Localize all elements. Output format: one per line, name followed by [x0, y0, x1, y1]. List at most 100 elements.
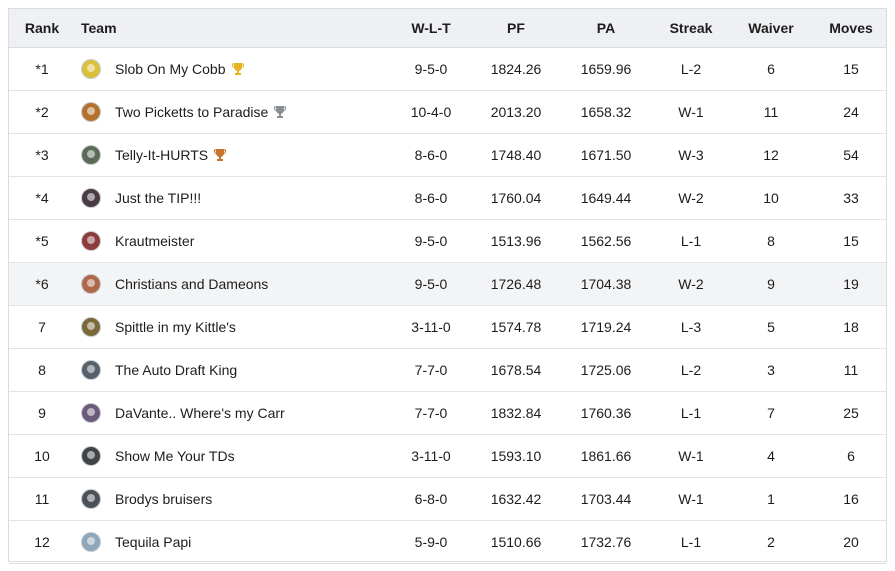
pa-cell: 1649.44: [580, 190, 632, 206]
team-cell: Telly-It-HURTS: [75, 145, 381, 165]
wlt-cell: 8-6-0: [414, 147, 448, 163]
team-name-link[interactable]: Show Me Your TDs: [115, 448, 235, 464]
moves-cell: 15: [843, 61, 859, 77]
table-row: 12 Tequila Papi 5-9-0 1510.66 1732.76 L-1 2 20: [9, 521, 886, 564]
table-row: 10 Show Me Your TDs 3-11-0 1593.10 1861.66 W-…: [9, 435, 886, 478]
pa-cell: 1671.50: [580, 147, 632, 163]
moves-cell: 6: [847, 448, 855, 464]
wlt-cell: 9-5-0: [414, 276, 448, 292]
pa-cell: 1704.38: [580, 276, 632, 292]
team-name-link[interactable]: Tequila Papi: [115, 534, 191, 550]
bronze-trophy-icon: [214, 149, 227, 161]
wlt-cell: 3-11-0: [411, 319, 451, 335]
moves-cell: 11: [843, 362, 859, 378]
rank-cell: 11: [34, 491, 50, 507]
team-cell: Christians and Dameons: [75, 274, 381, 294]
rank-cell: *4: [35, 190, 49, 206]
moves-cell: 19: [843, 276, 859, 292]
team-avatar[interactable]: [81, 489, 101, 509]
rank-cell: *5: [35, 233, 49, 249]
team-name-link[interactable]: Slob On My Cobb: [115, 61, 226, 77]
silver-trophy-icon: [274, 106, 287, 118]
header-team[interactable]: Team: [75, 20, 381, 36]
header-wlt[interactable]: W-L-T: [381, 20, 481, 36]
header-rank[interactable]: Rank: [9, 20, 75, 36]
team-name-link[interactable]: Christians and Dameons: [115, 276, 268, 292]
rank-cell: 7: [38, 319, 46, 335]
team-name-link[interactable]: Krautmeister: [115, 233, 194, 249]
pf-cell: 1832.84: [490, 405, 542, 421]
table-row: 9 DaVante.. Where's my Carr 7-7-0 1832.84 17…: [9, 392, 886, 435]
streak-cell: W-1: [678, 491, 704, 507]
wlt-cell: 9-5-0: [414, 233, 448, 249]
pf-cell: 1574.78: [490, 319, 542, 335]
streak-cell: L-1: [680, 405, 702, 421]
wlt-cell: 7-7-0: [414, 405, 448, 421]
moves-cell: 24: [843, 104, 859, 120]
team-cell: Two Picketts to Paradise: [75, 102, 381, 122]
header-waiver[interactable]: Waiver: [721, 20, 821, 36]
team-name-link[interactable]: Two Picketts to Paradise: [115, 104, 268, 120]
table-row: *3 Telly-It-HURTS 8-6-0 1748.40 1671.50 W-3 12…: [9, 134, 886, 177]
waiver-cell: 2: [767, 534, 775, 550]
waiver-cell: 6: [767, 61, 775, 77]
team-avatar[interactable]: [81, 360, 101, 380]
moves-cell: 16: [843, 491, 859, 507]
team-avatar[interactable]: [81, 145, 101, 165]
team-name-link[interactable]: Telly-It-HURTS: [115, 147, 208, 163]
wlt-cell: 6-8-0: [414, 491, 448, 507]
waiver-cell: 5: [767, 319, 775, 335]
pa-cell: 1732.76: [580, 534, 632, 550]
table-row: *2 Two Picketts to Paradise 10-4-0 2013.20 1…: [9, 91, 886, 134]
team-avatar[interactable]: [81, 446, 101, 466]
rank-cell: 10: [34, 448, 50, 464]
table-header: Rank Team W-L-T PF PA Streak Waiver Move…: [9, 9, 886, 48]
standings-table: Rank Team W-L-T PF PA Streak Waiver Move…: [8, 8, 887, 564]
team-cell: Slob On My Cobb: [75, 59, 381, 79]
pa-cell: 1659.96: [580, 61, 632, 77]
pa-cell: 1760.36: [580, 405, 632, 421]
gold-trophy-icon: [231, 63, 244, 75]
pf-cell: 1593.10: [490, 448, 542, 464]
moves-cell: 33: [843, 190, 859, 206]
team-cell: DaVante.. Where's my Carr: [75, 403, 381, 423]
streak-cell: L-2: [680, 61, 702, 77]
waiver-cell: 12: [763, 147, 779, 163]
pf-cell: 1760.04: [490, 190, 542, 206]
table-row: 7 Spittle in my Kittle's 3-11-0 1574.78 1719…: [9, 306, 886, 349]
team-cell: Just the TIP!!!: [75, 188, 381, 208]
team-name-link[interactable]: Just the TIP!!!: [115, 190, 201, 206]
table-row: 11 Brodys bruisers 6-8-0 1632.42 1703.44 W-1 1…: [9, 478, 886, 521]
pf-cell: 1824.26: [490, 61, 542, 77]
team-name-link[interactable]: Brodys bruisers: [115, 491, 212, 507]
team-avatar[interactable]: [81, 188, 101, 208]
team-cell: Spittle in my Kittle's: [75, 317, 381, 337]
moves-cell: 54: [843, 147, 859, 163]
team-name-link[interactable]: Spittle in my Kittle's: [115, 319, 236, 335]
wlt-cell: 5-9-0: [414, 534, 448, 550]
header-moves[interactable]: Moves: [821, 20, 881, 36]
team-name-link[interactable]: DaVante.. Where's my Carr: [115, 405, 285, 421]
team-avatar[interactable]: [81, 59, 101, 79]
team-avatar[interactable]: [81, 274, 101, 294]
pf-cell: 1632.42: [490, 491, 542, 507]
streak-cell: L-2: [680, 362, 702, 378]
team-avatar[interactable]: [81, 231, 101, 251]
moves-cell: 20: [843, 534, 859, 550]
team-avatar[interactable]: [81, 102, 101, 122]
team-name-link[interactable]: The Auto Draft King: [115, 362, 237, 378]
header-pf[interactable]: PF: [481, 20, 551, 36]
table-row: *4 Just the TIP!!! 8-6-0 1760.04 1649.44 W-2 1…: [9, 177, 886, 220]
moves-cell: 25: [843, 405, 859, 421]
wlt-cell: 7-7-0: [414, 362, 448, 378]
team-avatar[interactable]: [81, 317, 101, 337]
pa-cell: 1725.06: [580, 362, 632, 378]
table-row: 8 The Auto Draft King 7-7-0 1678.54 1725.06 L…: [9, 349, 886, 392]
team-avatar[interactable]: [81, 532, 101, 552]
header-streak[interactable]: Streak: [661, 20, 721, 36]
pf-cell: 1510.66: [490, 534, 542, 550]
team-avatar[interactable]: [81, 403, 101, 423]
header-pa[interactable]: PA: [551, 20, 661, 36]
rank-cell: 12: [34, 534, 50, 550]
streak-cell: L-1: [680, 534, 702, 550]
